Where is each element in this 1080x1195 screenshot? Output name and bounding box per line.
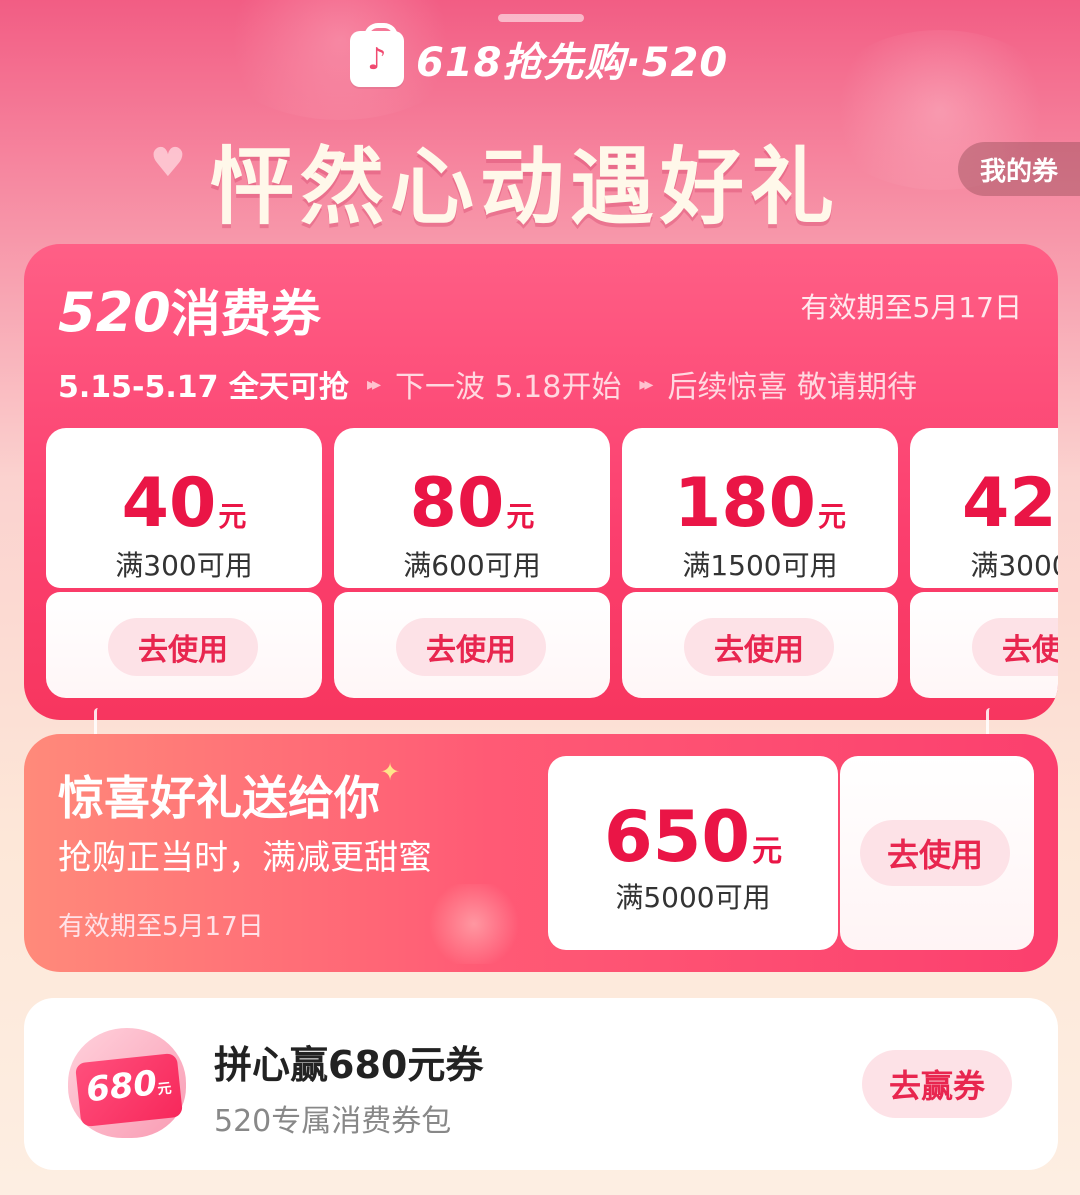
coupon-value-area: 40元 满300可用 [46, 428, 322, 588]
heart-decoration [424, 884, 524, 964]
big-coupon-action-area: 去使用 [840, 756, 1034, 950]
coupon-value: 650 [603, 796, 751, 878]
schedule-item-current: 5.15-5.17 全天可抢 [58, 370, 349, 405]
section-title: 520消费券 [58, 274, 321, 346]
coupon-value-area: 80元 满600可用 [334, 428, 610, 588]
coupon-value-area: 420元 满3000可用 [910, 428, 1058, 588]
pack-icon-value: 680 [84, 1063, 160, 1111]
coupon-condition: 满3000可用 [970, 549, 1058, 582]
use-coupon-button[interactable]: 去使用 [972, 618, 1058, 676]
use-coupon-button[interactable]: 去使用 [860, 820, 1010, 886]
coupon-amount: 80元 [334, 464, 610, 543]
pack-subtitle: 520专属消费券包 [214, 1104, 452, 1139]
coupon-page: ♥ ♪ 618抢先购·520 怦然心动遇好礼 我的券 520消费券 有效期至5月… [0, 0, 1080, 1195]
use-coupon-button[interactable]: 去使用 [396, 618, 546, 676]
big-coupon-value-area: 650元 满5000可用 [548, 756, 838, 950]
section-title-number: 520 [58, 281, 171, 344]
brand-text: 618抢先购·520 [416, 40, 729, 86]
coupon-section: 520消费券 有效期至5月17日 5.15-5.17 全天可抢 ▸▸ 下一波 5… [24, 244, 1058, 720]
my-coupons-button[interactable]: 我的券 [958, 142, 1080, 196]
coupon-unit: 元 [817, 500, 846, 533]
hero-title: 怦然心动遇好礼 [210, 138, 841, 236]
coupon-unit: 元 [218, 500, 247, 533]
schedule-item-later: 后续惊喜 敬请期待 [667, 370, 917, 405]
drag-handle[interactable] [498, 14, 584, 22]
coupon-action-area: 去使用 [910, 592, 1058, 698]
coupon-value: 180 [674, 464, 816, 543]
surprise-gift-section: 惊喜好礼送给你 ✦ 抢购正当时，满减更甜蜜 有效期至5月17日 650元 满50… [24, 734, 1058, 972]
coupon-amount: 180元 [622, 464, 898, 543]
coupon-value: 40 [121, 464, 217, 543]
coupon-card: 420元 满3000可用 去使用 [910, 428, 1058, 698]
coupon-condition: 满600可用 [403, 549, 541, 582]
surprise-subtitle: 抢购正当时，满减更甜蜜 [58, 838, 432, 878]
surprise-title: 惊喜好礼送给你 [58, 771, 380, 825]
validity-text: 有效期至5月17日 [800, 291, 1022, 324]
coupon-card: 40元 满300可用 去使用 [46, 428, 322, 698]
pack-title: 拼心赢680元券 [214, 1043, 484, 1087]
double-arrow-icon: ▸▸ [366, 373, 381, 395]
coupon-value: 80 [409, 464, 505, 543]
brand-header: ♪ 618抢先购·520 [350, 23, 729, 90]
coupon-action-area: 去使用 [46, 592, 322, 698]
coupon-action-area: 去使用 [622, 592, 898, 698]
coupon-amount: 650元 [548, 796, 838, 878]
use-coupon-button[interactable]: 去使用 [108, 618, 258, 676]
coupon-action-area: 去使用 [334, 592, 610, 698]
douyin-shopping-bag-icon: ♪ [350, 23, 404, 87]
coupon-pack-card[interactable]: 680 元 拼心赢680元券 520专属消费券包 去赢券 [24, 998, 1058, 1170]
validity-text: 有效期至5月17日 [58, 912, 264, 942]
coupon-pack-badge: 680 元 [74, 1052, 184, 1128]
coupon-condition: 满5000可用 [615, 881, 771, 914]
sparkle-icon: ✦ [380, 758, 401, 786]
coupon-unit: 元 [506, 500, 535, 533]
coupon-unit: 元 [752, 834, 783, 869]
coupon-condition: 满1500可用 [682, 549, 838, 582]
release-schedule: 5.15-5.17 全天可抢 ▸▸ 下一波 5.18开始 ▸▸ 后续惊喜 敬请期… [58, 362, 917, 406]
coupon-amount: 420元 [910, 464, 1058, 543]
coupon-amount: 40元 [46, 464, 322, 543]
heart-decoration-icon: ♥ [150, 140, 186, 186]
schedule-item-next: 下一波 5.18开始 [395, 370, 622, 405]
section-title-text: 消费券 [170, 285, 321, 343]
coupon-pack-heart-icon: 680 元 [68, 1028, 186, 1138]
coupon-card: 180元 满1500可用 去使用 [622, 428, 898, 698]
win-coupon-button[interactable]: 去赢券 [862, 1050, 1012, 1118]
pack-icon-unit: 元 [156, 1080, 173, 1098]
double-arrow-icon: ▸▸ [639, 373, 653, 395]
coupon-card: 80元 满600可用 去使用 [334, 428, 610, 698]
use-coupon-button[interactable]: 去使用 [684, 618, 834, 676]
coupon-value-area: 180元 满1500可用 [622, 428, 898, 588]
coupon-value: 420 [962, 464, 1058, 543]
coupon-condition: 满300可用 [115, 549, 253, 582]
